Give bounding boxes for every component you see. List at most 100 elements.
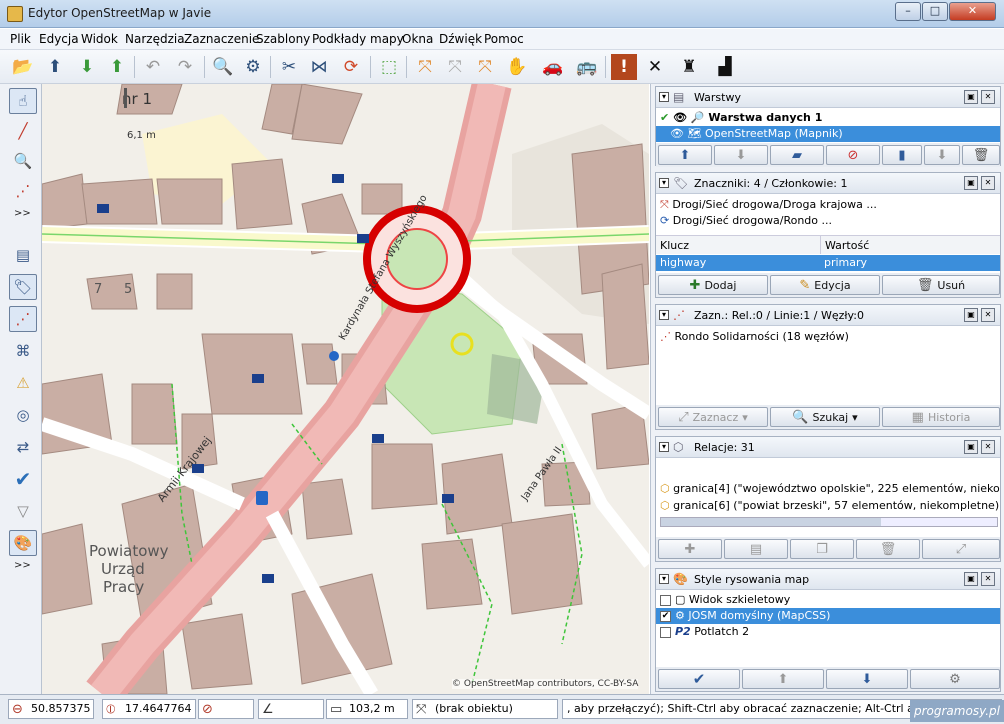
col-value-header[interactable]: Wartość <box>820 236 869 254</box>
validate-icon[interactable]: ⟳ <box>338 54 364 80</box>
panel-close-button[interactable]: ✕ <box>981 440 995 454</box>
style-row-wireframe[interactable]: ▢ Widok szkieletowy <box>656 592 1000 608</box>
save-icon[interactable]: ⬆ <box>42 54 68 80</box>
checkbox[interactable] <box>660 626 671 638</box>
minimize-button[interactable]: – <box>895 2 921 21</box>
zoom-fit-icon[interactable]: 🔍 <box>210 54 236 80</box>
cycleway-preset-icon[interactable]: ⤧ <box>472 54 498 80</box>
panel-detach-button[interactable]: ▣ <box>964 308 978 322</box>
menu-edycja[interactable]: Edycja <box>39 32 79 46</box>
factory-icon[interactable]: ▟ <box>712 54 738 80</box>
delete-layer-button[interactable]: 🗑 <box>962 145 1000 165</box>
menu-dzwiek[interactable]: Dźwięk <box>439 32 482 46</box>
menu-pomoc[interactable]: Pomoc <box>484 32 524 46</box>
redo-icon[interactable]: ↷ <box>172 54 198 80</box>
select-area-icon[interactable]: ⬚ <box>376 54 402 80</box>
download-icon[interactable]: ⬇ <box>74 54 100 80</box>
conflict-toggle-icon[interactable]: ⚠ <box>9 370 37 396</box>
preferences-icon[interactable]: ⚙ <box>240 54 266 80</box>
hand-icon[interactable]: ✋ <box>504 54 530 80</box>
move-up-button[interactable]: ⬆ <box>658 145 712 165</box>
member-row[interactable]: ⟳ Drogi/Sieć drogowa/Rondo ... <box>656 213 1000 229</box>
panel-close-button[interactable]: ✕ <box>981 308 995 322</box>
more-toggles[interactable]: >> <box>14 560 31 571</box>
new-relation-button[interactable]: ✚ <box>658 539 722 559</box>
map-view[interactable]: nr 1 6,1 m Powiatowy Urząd Pracy Armii K… <box>42 84 649 694</box>
menu-zaznaczenie[interactable]: Zaznaczenie <box>184 32 259 46</box>
undo-icon[interactable]: ↶ <box>140 54 166 80</box>
edit-relation-button[interactable]: ▤ <box>724 539 788 559</box>
relation-row[interactable]: ⬡ granica[4] ("województwo opolskie", 22… <box>656 481 1000 497</box>
edit-tag-button[interactable]: ✎ Edycja <box>770 275 880 295</box>
panel-detach-button[interactable]: ▣ <box>964 90 978 104</box>
add-tag-button[interactable]: ✚ Dodaj <box>658 275 768 295</box>
style-row-josm[interactable]: ✔ ⚙ JOSM domyślny (MapCSS) <box>656 608 1000 624</box>
relation-row[interactable]: ⬡ granica[6] ("powiat brzeski", 57 eleme… <box>656 498 1000 514</box>
visibility-eye-icon[interactable]: 👁 <box>673 111 687 124</box>
select-button[interactable]: ⤢ Zaznacz ▾ <box>658 407 768 427</box>
map-style-toggle-icon[interactable]: 🎨 <box>9 530 37 556</box>
layer-row-data[interactable]: ✔ 👁 🔎 Warstwa danych 1 <box>656 110 1000 126</box>
split-way-icon[interactable]: ✂ <box>276 54 302 80</box>
collapse-toggle[interactable]: ▾ <box>659 178 669 188</box>
menu-plik[interactable]: Plik <box>10 32 31 46</box>
collapse-toggle[interactable]: ▾ <box>659 574 669 584</box>
merge-layer-button[interactable]: ▰ <box>770 145 824 165</box>
validator-toggle-icon[interactable]: ✔ <box>9 466 37 492</box>
path-preset-icon[interactable]: ⤧ <box>442 54 468 80</box>
panel-close-button[interactable]: ✕ <box>981 572 995 586</box>
menu-widok[interactable]: Widok <box>81 32 118 46</box>
col-key-header[interactable]: Klucz <box>660 236 689 254</box>
search-button[interactable]: 🔍 Szukaj ▾ <box>770 407 880 427</box>
delete-tag-button[interactable]: 🗑 Usuń <box>882 275 1000 295</box>
zoom-slider-icon[interactable] <box>124 88 127 108</box>
style-row-potlatch[interactable]: P2 Potlatch 2 <box>656 624 1000 640</box>
merge-toggle-icon[interactable]: ⇄ <box>9 434 37 460</box>
selection-toggle-icon[interactable]: ⋰ <box>9 306 37 332</box>
menu-okna[interactable]: Okna <box>402 32 433 46</box>
bus-icon[interactable]: 🚌 <box>574 54 600 80</box>
combine-way-icon[interactable]: ⋈ <box>306 54 332 80</box>
collapse-toggle[interactable]: ▾ <box>659 92 669 102</box>
highway-preset-icon[interactable]: ⤧ <box>412 54 438 80</box>
menu-narzedzia[interactable]: Narzędzia <box>125 32 185 46</box>
horizontal-scrollbar[interactable] <box>660 517 998 527</box>
tags-toggle-icon[interactable]: 🏷 <box>9 274 37 300</box>
selection-item[interactable]: ⋰ Rondo Solidarności (18 węzłów) <box>656 329 1000 345</box>
style-up-button[interactable]: ⬆ <box>742 669 824 689</box>
visibility-eye-icon[interactable]: 👁 <box>670 127 684 140</box>
duplicate-button[interactable]: ⬇ <box>924 145 960 165</box>
warning-sign-icon[interactable]: ! <box>611 54 637 80</box>
activate-style-button[interactable]: ✔ <box>658 669 740 689</box>
checkbox[interactable] <box>660 594 671 606</box>
style-down-button[interactable]: ⬇ <box>826 669 908 689</box>
more-tools-toggle[interactable]: >> <box>14 208 31 219</box>
panel-close-button[interactable]: ✕ <box>981 90 995 104</box>
duplicate-relation-button[interactable]: ❐ <box>790 539 854 559</box>
zoom-mode-icon[interactable]: 🔍 <box>9 148 37 174</box>
collapse-toggle[interactable]: ▾ <box>659 310 669 320</box>
menu-podklady[interactable]: Podkłady mapy <box>312 32 404 46</box>
delete-mode-icon[interactable]: ⋰ <box>9 178 37 204</box>
style-settings-button[interactable]: ⚙ <box>910 669 1000 689</box>
select-relation-button[interactable]: ⤢ <box>922 539 1000 559</box>
commands-toggle-icon[interactable]: ⌘ <box>9 338 37 364</box>
panel-close-button[interactable]: ✕ <box>981 176 995 190</box>
filter-funnel-icon[interactable]: ▽ <box>9 498 37 524</box>
open-icon[interactable]: 📂 <box>10 54 36 80</box>
layer-row-mapnik[interactable]: 👁 🗺 OpenStreetMap (Mapnik) <box>656 126 1000 142</box>
maximize-button[interactable]: □ <box>922 2 948 21</box>
history-button[interactable]: ▦ Historia <box>882 407 1000 427</box>
layers-toggle-icon[interactable]: ▤ <box>9 242 37 268</box>
select-mode-icon[interactable]: ☝ <box>9 88 37 114</box>
upload-icon[interactable]: ⬆ <box>104 54 130 80</box>
toggle-visibility-button[interactable]: ⊘ <box>826 145 880 165</box>
filter-toggle-icon[interactable]: ◎ <box>9 402 37 428</box>
draw-mode-icon[interactable]: ╱ <box>9 118 37 144</box>
tag-row-highway[interactable]: highway primary <box>656 255 1000 271</box>
restaurant-icon[interactable]: ✕ <box>642 54 668 80</box>
member-row[interactable]: ⤧ Drogi/Sieć drogowa/Droga krajowa ... <box>656 197 1000 213</box>
opacity-button[interactable]: ▮ <box>882 145 922 165</box>
delete-relation-button[interactable]: 🗑 <box>856 539 920 559</box>
panel-detach-button[interactable]: ▣ <box>964 176 978 190</box>
